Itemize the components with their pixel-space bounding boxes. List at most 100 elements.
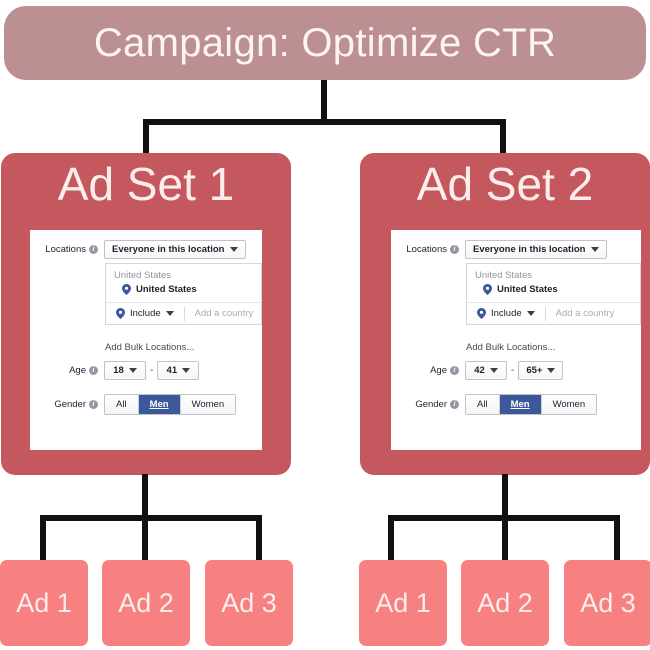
gender-label-text-1: Gender (54, 399, 86, 410)
location-include-row-2: Include Add a country (467, 302, 640, 324)
info-icon[interactable]: i (450, 366, 459, 375)
connector-adset2-to-ad2 (502, 515, 508, 562)
chevron-down-icon[interactable] (165, 311, 174, 316)
age-label-text-1: Age (69, 365, 86, 376)
gender-label-2: Gender i (391, 399, 465, 410)
ad-label-1-2: Ad 2 (118, 587, 174, 618)
info-icon[interactable]: i (89, 400, 98, 409)
locations-row-2: Locations i Everyone in this location (391, 230, 641, 259)
gender-option-men-2[interactable]: Men (499, 395, 542, 414)
age-range-separator-2: - (511, 365, 515, 376)
chevron-down-icon[interactable] (526, 311, 535, 316)
connector-campaign-to-adset-2 (500, 119, 506, 155)
include-dropdown-label-2[interactable]: Include (491, 308, 522, 319)
add-bulk-locations-link-2[interactable]: Add Bulk Locations... (466, 342, 555, 353)
chevron-down-icon (230, 247, 239, 252)
ad-node-1-1[interactable]: Ad 1 (0, 560, 88, 646)
ad-node-2-1[interactable]: Ad 1 (359, 560, 447, 646)
ad-node-2-3[interactable]: Ad 3 (564, 560, 650, 646)
gender-row-2: Gender i All Men Women (391, 394, 637, 415)
connector-adset2-stem (502, 474, 508, 521)
chevron-down-icon (182, 368, 191, 373)
location-scope-value-2: Everyone in this location (473, 244, 586, 255)
location-list-item-2[interactable]: United States (467, 284, 640, 302)
add-country-input-1[interactable]: Add a country (195, 308, 254, 319)
targeting-panel-2: Locations i Everyone in this location Un… (391, 230, 641, 450)
gender-label-1: Gender i (30, 399, 104, 410)
age-min-select-2[interactable]: 42 (465, 361, 507, 380)
info-icon[interactable]: i (89, 245, 98, 254)
age-max-value-2: 65+ (526, 365, 543, 376)
location-include-row-1: Include Add a country (106, 302, 261, 324)
connector-adset1-stem (142, 474, 148, 521)
connector-adset1-bus (40, 515, 262, 521)
campaign-title: Campaign: Optimize CTR (93, 21, 557, 65)
gender-segmented-control-1: All Men Women (104, 394, 237, 415)
location-list-item-label-1: United States (136, 284, 197, 295)
gender-label-text-2: Gender (415, 399, 447, 410)
locations-label-text-2: Locations (406, 244, 447, 255)
age-range-separator-1: - (150, 365, 154, 376)
org-chart-canvas: Campaign: Optimize CTR Ad Set 1 Location… (0, 0, 650, 650)
ad-node-1-3[interactable]: Ad 3 (205, 560, 293, 646)
connector-adset1-to-ad1 (40, 515, 46, 562)
gender-option-women-1[interactable]: Women (180, 395, 236, 414)
connector-adset1-to-ad2 (142, 515, 148, 562)
info-icon[interactable]: i (450, 400, 459, 409)
location-group-header-2: United States (475, 270, 533, 281)
adset-node-2[interactable]: Ad Set 2 Locations i Everyone in this lo… (360, 153, 650, 475)
targeting-panel-1: Locations i Everyone in this location Un… (30, 230, 262, 450)
ad-label-2-1: Ad 1 (375, 587, 431, 618)
divider (544, 306, 546, 321)
info-icon[interactable]: i (450, 245, 459, 254)
chevron-down-icon (547, 368, 556, 373)
ad-label-2-2: Ad 2 (477, 587, 533, 618)
gender-option-all-2[interactable]: All (466, 395, 500, 414)
gender-segmented-control-2: All Men Women (465, 394, 598, 415)
connector-adset2-to-ad1 (388, 515, 394, 562)
age-label-1: Age i (30, 365, 104, 376)
campaign-node[interactable]: Campaign: Optimize CTR (4, 6, 646, 80)
info-icon[interactable]: i (89, 366, 98, 375)
connector-adset2-to-ad3 (614, 515, 620, 562)
map-pin-icon (483, 284, 492, 295)
connector-adset1-to-ad3 (256, 515, 262, 562)
locations-label-1: Locations i (30, 244, 104, 255)
ad-label-2-3: Ad 3 (580, 587, 636, 618)
age-row-1: Age i 18 - 41 (30, 361, 258, 380)
locations-label-2: Locations i (391, 244, 465, 255)
divider (183, 306, 185, 321)
ad-node-1-2[interactable]: Ad 2 (102, 560, 190, 646)
location-list-item-1[interactable]: United States (106, 284, 261, 302)
connector-campaign-to-adset-1 (143, 119, 149, 155)
include-dropdown-label-1[interactable]: Include (130, 308, 161, 319)
ad-label-1-1: Ad 1 (16, 587, 72, 618)
location-list-box-2: United States United States Include Add … (466, 263, 641, 325)
add-bulk-locations-link-1[interactable]: Add Bulk Locations... (105, 342, 194, 353)
location-list-item-label-2: United States (497, 284, 558, 295)
ad-label-1-3: Ad 3 (221, 587, 277, 618)
age-min-value-1: 18 (113, 365, 124, 376)
map-pin-icon (122, 284, 131, 295)
age-max-select-1[interactable]: 41 (157, 361, 200, 380)
age-max-select-2[interactable]: 65+ (518, 361, 564, 380)
ad-node-2-2[interactable]: Ad 2 (461, 560, 549, 646)
adset-title-2: Ad Set 2 (416, 158, 594, 210)
locations-label-text-1: Locations (45, 244, 86, 255)
map-pin-icon (477, 308, 486, 319)
gender-option-all-1[interactable]: All (105, 395, 139, 414)
add-country-input-2[interactable]: Add a country (556, 308, 615, 319)
age-min-select-1[interactable]: 18 (104, 361, 146, 380)
locations-row-1: Locations i Everyone in this location (30, 230, 262, 259)
adset-node-1[interactable]: Ad Set 1 Locations i Everyone in this lo… (1, 153, 291, 475)
location-scope-select-1[interactable]: Everyone in this location (104, 240, 247, 259)
gender-row-1: Gender i All Men Women (30, 394, 258, 415)
map-pin-icon (116, 308, 125, 319)
gender-option-women-2[interactable]: Women (541, 395, 597, 414)
chevron-down-icon (128, 368, 137, 373)
age-label-2: Age i (391, 365, 465, 376)
gender-option-men-1[interactable]: Men (138, 395, 181, 414)
location-list-box-1: United States United States Include Add … (105, 263, 262, 325)
location-scope-select-2[interactable]: Everyone in this location (465, 240, 608, 259)
age-label-text-2: Age (430, 365, 447, 376)
